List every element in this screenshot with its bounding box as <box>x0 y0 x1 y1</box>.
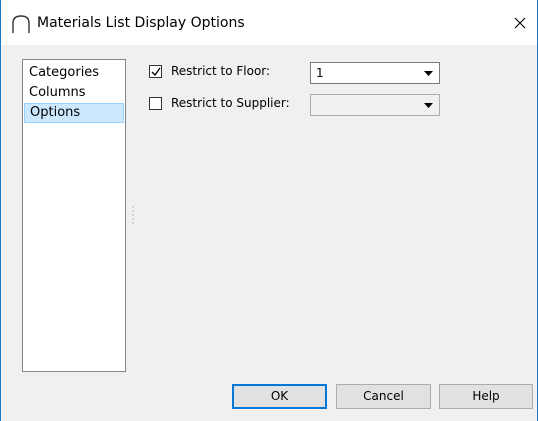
close-button[interactable] <box>505 8 535 38</box>
floor-select[interactable]: 1 <box>310 62 440 84</box>
supplier-select[interactable] <box>310 94 440 116</box>
cancel-button[interactable]: Cancel <box>336 384 431 409</box>
restrict-supplier-checkbox[interactable] <box>149 97 162 110</box>
splitter-grip-icon[interactable] <box>132 205 134 225</box>
restrict-floor-label: Restrict to Floor: <box>171 64 271 78</box>
dropdown-arrow-icon <box>424 103 433 108</box>
help-button[interactable]: Help <box>439 384 533 409</box>
dropdown-arrow-icon <box>424 71 433 76</box>
arch-icon <box>12 15 30 33</box>
list-item-columns[interactable]: Columns <box>24 83 124 103</box>
window-title: Materials List Display Options <box>37 15 245 31</box>
ok-button[interactable]: OK <box>232 384 327 409</box>
list-item-categories[interactable]: Categories <box>24 63 124 83</box>
title-bar[interactable]: Materials List Display Options <box>1 0 537 45</box>
restrict-supplier-label: Restrict to Supplier: <box>171 96 290 110</box>
floor-select-value: 1 <box>316 66 324 80</box>
list-item-options[interactable]: Options <box>24 103 124 123</box>
restrict-floor-checkbox[interactable] <box>149 65 162 78</box>
close-icon <box>514 17 526 29</box>
checkmark-icon <box>151 67 161 77</box>
category-list[interactable]: Categories Columns Options <box>22 59 126 372</box>
dialog-window: Materials List Display Options Categorie… <box>0 0 538 421</box>
